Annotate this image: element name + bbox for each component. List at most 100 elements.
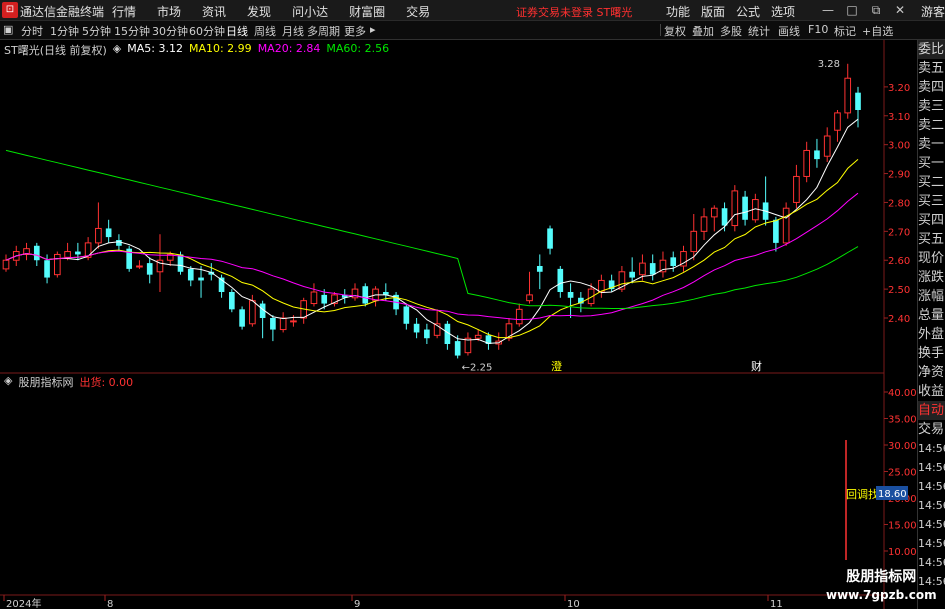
- x-tick-label: 9: [354, 599, 360, 609]
- tick-time: 14:56: [918, 442, 945, 455]
- low-price-label: ←2.25: [462, 362, 493, 373]
- legend-toggle-icon[interactable]: ◈: [113, 42, 121, 58]
- close-icon[interactable]: ✕: [893, 3, 907, 17]
- period-1min[interactable]: 1分钟: [50, 23, 79, 39]
- candle-body-down: [814, 150, 820, 160]
- main-menu: 行情 市场 资讯 发现 问小达 财富圈 交易: [112, 3, 451, 20]
- legend-ma20: MA20: 2.84: [257, 42, 321, 55]
- main-legend: ST曙光(日线 前复权) ◈ MA5: 3.12 MA10: 2.99 MA20…: [4, 42, 389, 58]
- panel-label: 换手: [918, 346, 945, 361]
- legend-stock: ST曙光(日线 前复权): [4, 44, 107, 57]
- ma10-line: [5, 159, 859, 339]
- minimize-icon[interactable]: —: [821, 3, 835, 17]
- period-30min[interactable]: 30分钟: [152, 23, 188, 39]
- candle-body-up: [793, 175, 800, 203]
- menu-function[interactable]: 功能: [666, 3, 690, 20]
- menu-formula[interactable]: 公式: [736, 3, 760, 20]
- legend-ma10: MA10: 2.99: [188, 42, 252, 55]
- candle-body-down: [670, 257, 677, 266]
- x-tick-label: 8: [107, 599, 113, 609]
- period-daily[interactable]: 日线: [226, 23, 248, 39]
- period-more[interactable]: 更多: [344, 23, 366, 39]
- menu-discover[interactable]: 发现: [247, 3, 271, 20]
- candle-body-up: [136, 265, 143, 268]
- panel-label: 卖三: [918, 99, 945, 114]
- tick-time: 14:56: [918, 518, 945, 531]
- panel-label: 买三: [918, 194, 945, 209]
- candle-body-up: [474, 334, 482, 339]
- menu-wealth-circle[interactable]: 财富圈: [349, 3, 385, 20]
- menu-options[interactable]: 选项: [771, 3, 795, 20]
- period-5min[interactable]: 5分钟: [82, 23, 111, 39]
- menu-layout[interactable]: 版面: [701, 3, 725, 20]
- sub-toggle-icon[interactable]: ◈: [4, 374, 12, 390]
- collapse-icon[interactable]: ▣: [3, 23, 13, 36]
- sub-legend: ◈ 股朋指标网 出货: 0.00: [4, 374, 133, 390]
- y-tick-label: 2.90: [888, 170, 910, 181]
- candle-body-down: [547, 228, 553, 249]
- right-menu: 功能 版面 公式 选项: [666, 3, 806, 20]
- btn-add-favorite[interactable]: +自选: [862, 23, 893, 39]
- panel-label: 总量: [918, 308, 945, 323]
- btn-mark[interactable]: 标记: [834, 23, 856, 39]
- app-logo-icon: ⊡: [2, 2, 18, 18]
- candle-body-up: [782, 207, 790, 244]
- price-tag: 18.60: [878, 489, 907, 500]
- candle-body-up: [803, 149, 810, 177]
- candle-body-down: [229, 292, 235, 310]
- candle-body-down: [116, 240, 122, 246]
- period-tick[interactable]: 分时: [21, 23, 43, 39]
- candle-body-down: [649, 263, 656, 275]
- login-status[interactable]: 证券交易未登录 ST曙光: [516, 4, 632, 20]
- candle-body-up: [64, 251, 71, 258]
- sub-indicator-value: 出货: 0.00: [79, 376, 134, 389]
- kline-chart[interactable]: 3.20 3.10 3.00 2.90 2.80 2.70 2.60 2.50 2.40 40.0…: [0, 40, 917, 609]
- sub-y-tick-label: 35.00: [888, 415, 917, 426]
- candle-body-down: [454, 341, 461, 356]
- menu-ask-xiaoda[interactable]: 问小达: [292, 3, 328, 20]
- candle-body-up: [290, 320, 297, 323]
- btn-f10[interactable]: F10: [808, 23, 828, 36]
- candle-body-up: [310, 291, 318, 305]
- menu-market[interactable]: 市场: [157, 3, 181, 20]
- event-marker: 财: [751, 359, 762, 373]
- period-weekly[interactable]: 周线: [254, 23, 276, 39]
- tick-time: 14:56: [918, 480, 945, 493]
- candle-body-down: [567, 292, 574, 298]
- btn-adjust[interactable]: 复权: [664, 23, 686, 39]
- maximize-icon[interactable]: □: [845, 3, 859, 17]
- auto-trade-label[interactable]: 自动: [918, 401, 945, 420]
- candle-body-down: [321, 294, 328, 304]
- sub-indicator-name: 股朋指标网: [18, 376, 74, 389]
- candle-body-down: [362, 286, 369, 304]
- candle-body-down: [75, 251, 81, 255]
- restore-icon[interactable]: ⧉: [869, 3, 883, 17]
- candle-body-up: [823, 135, 831, 157]
- period-multi[interactable]: 多周期: [307, 23, 340, 39]
- menu-trade[interactable]: 交易: [406, 3, 430, 20]
- panel-label: 买二: [918, 175, 945, 190]
- candle-body-up: [639, 262, 646, 276]
- panel-label: 卖五: [918, 61, 945, 76]
- candle-body-down: [629, 271, 635, 278]
- btn-draw[interactable]: 画线: [778, 23, 800, 39]
- btn-multi-stock[interactable]: 多股: [720, 23, 742, 39]
- btn-stats[interactable]: 统计: [748, 23, 770, 39]
- candle-body-down: [105, 228, 112, 238]
- menu-news[interactable]: 资讯: [202, 3, 226, 20]
- legend-ma60: MA60: 2.56: [326, 42, 390, 55]
- period-60min[interactable]: 60分钟: [189, 23, 225, 39]
- btn-overlay[interactable]: 叠加: [692, 23, 714, 39]
- x-tick-label: 2024年: [6, 597, 41, 609]
- period-monthly[interactable]: 月线: [282, 23, 304, 39]
- period-15min[interactable]: 15分钟: [114, 23, 150, 39]
- panel-label: 收益: [918, 384, 945, 399]
- title-bar: ⊡ 通达信金融终端 行情 市场 资讯 发现 问小达 财富圈 交易 证券交易未登录…: [0, 0, 945, 21]
- dropdown-arrow-icon[interactable]: ▸: [370, 23, 376, 36]
- menu-quotes[interactable]: 行情: [112, 3, 136, 20]
- candle-body-down: [413, 323, 420, 333]
- panel-label: 净资: [918, 365, 945, 380]
- sub-y-tick-label: 10.00: [888, 547, 917, 558]
- guest-label[interactable]: 游客: [921, 3, 945, 20]
- panel-label: 买四: [918, 213, 945, 228]
